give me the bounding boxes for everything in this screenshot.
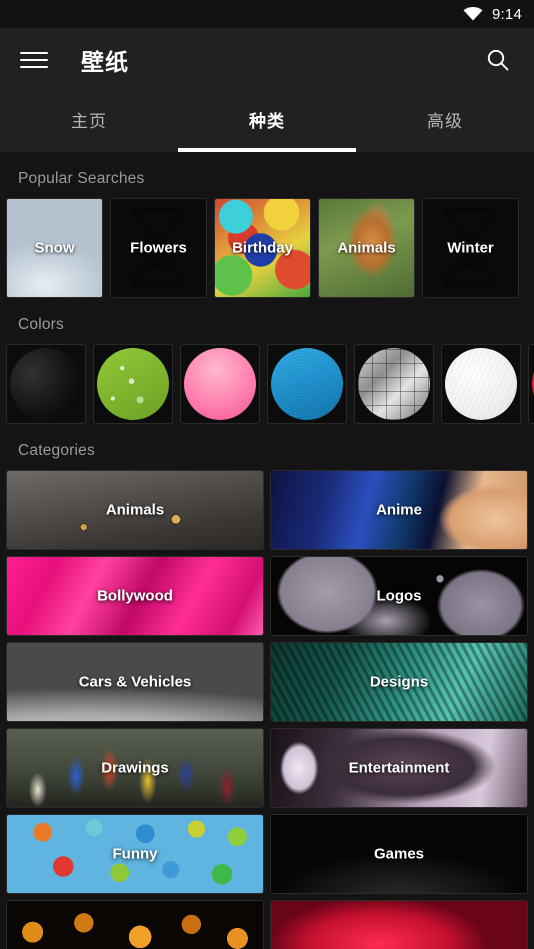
category-card[interactable]: Animals [6, 470, 264, 550]
section-title-colors: Colors [18, 316, 64, 333]
popular-search-card[interactable]: Flowers [110, 198, 207, 298]
category-card[interactable]: Funny [6, 814, 264, 894]
section-title-categories: Categories [18, 442, 95, 459]
category-label: Anime [376, 501, 422, 519]
app-bar: 壁纸 [0, 28, 534, 92]
color-swatch-white[interactable] [441, 344, 521, 424]
popular-searches-row[interactable]: Snow Flowers Birthday Animals Winter [0, 198, 534, 298]
category-label: Designs [369, 673, 429, 691]
categories-grid: Animals Anime Bollywood Logos Cars & Vehicle… [0, 470, 534, 949]
popular-search-label: Snow [34, 239, 75, 257]
color-circle [10, 348, 82, 420]
color-circle [358, 348, 430, 420]
category-card[interactable] [270, 900, 528, 949]
hamburger-menu-icon[interactable] [20, 49, 48, 71]
tab-bar: 主页 种类 高级 [0, 92, 534, 152]
color-swatch-silver[interactable] [354, 344, 434, 424]
colors-row[interactable] [0, 344, 534, 424]
tab-home[interactable]: 主页 [0, 92, 178, 152]
category-label: Entertainment [348, 759, 450, 777]
popular-search-card[interactable]: Birthday [214, 198, 311, 298]
category-label: Games [373, 845, 425, 863]
category-card[interactable]: Anime [270, 470, 528, 550]
category-card[interactable]: Cars & Vehicles [6, 642, 264, 722]
category-label: Bollywood [97, 587, 173, 605]
popular-search-label: Flowers [130, 239, 187, 257]
category-label: Cars & Vehicles [78, 673, 192, 691]
color-circle [445, 348, 517, 420]
color-swatch-red[interactable] [528, 344, 534, 424]
category-card[interactable]: Drawings [6, 728, 264, 808]
search-icon[interactable] [476, 38, 520, 82]
category-card[interactable]: Games [270, 814, 528, 894]
popular-search-label: Winter [447, 239, 494, 257]
category-label: Drawings [101, 759, 169, 777]
popular-search-card[interactable]: Winter [422, 198, 519, 298]
tab-advanced[interactable]: 高级 [356, 92, 534, 152]
popular-search-label: Animals [337, 239, 396, 257]
section-title-popular-searches: Popular Searches [18, 170, 145, 187]
color-swatch-blue[interactable] [267, 344, 347, 424]
tab-categories[interactable]: 种类 [178, 92, 356, 152]
category-card[interactable] [6, 900, 264, 949]
status-bar: 9:14 [0, 0, 534, 28]
category-label: Logos [376, 587, 422, 605]
popular-search-card[interactable]: Animals [318, 198, 415, 298]
category-card[interactable]: Designs [270, 642, 528, 722]
page-title: 壁纸 [81, 49, 129, 75]
color-swatch-pink[interactable] [180, 344, 260, 424]
card-thumbnail [271, 901, 527, 949]
color-swatch-black[interactable] [6, 344, 86, 424]
wifi-icon [463, 7, 483, 21]
category-label: Animals [105, 501, 165, 519]
popular-search-label: Birthday [232, 239, 293, 257]
popular-search-card[interactable]: Snow [6, 198, 103, 298]
category-card[interactable]: Bollywood [6, 556, 264, 636]
card-thumbnail [7, 901, 263, 949]
color-swatch-green[interactable] [93, 344, 173, 424]
category-label: Funny [112, 845, 158, 863]
status-time: 9:14 [492, 5, 522, 23]
color-circle [97, 348, 169, 420]
color-circle [184, 348, 256, 420]
color-circle [271, 348, 343, 420]
category-card[interactable]: Logos [270, 556, 528, 636]
category-card[interactable]: Entertainment [270, 728, 528, 808]
scroll-content[interactable]: Popular Searches Snow Flowers Birthday Anim… [0, 152, 534, 949]
